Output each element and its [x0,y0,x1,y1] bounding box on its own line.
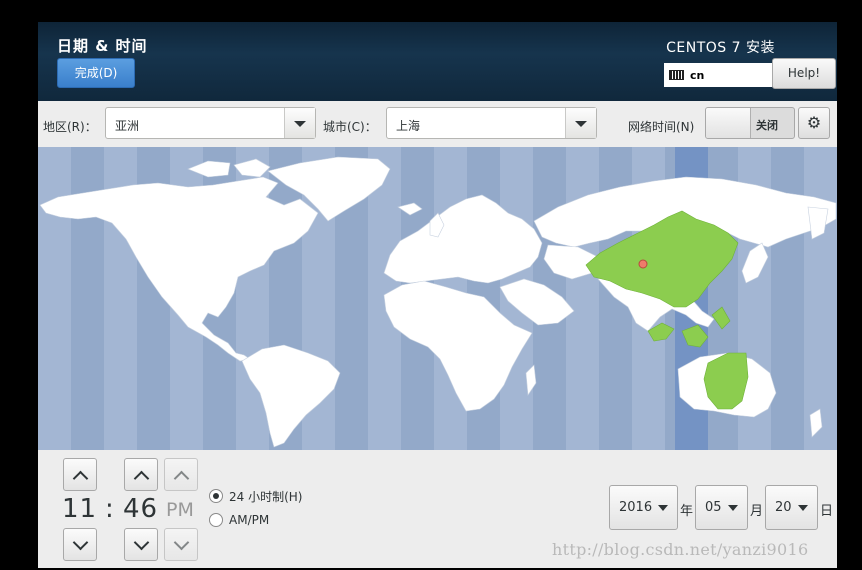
ampm-display: PM [166,499,194,521]
minutes-display: 46 [123,494,159,524]
ampm-down-button[interactable] [164,528,198,561]
timezone-toolbar: 地区(R)： 亚洲 城市(C)： 上海 网络时间(N) 关闭 ⚙ [38,101,837,147]
map-pin-icon[interactable] [638,259,648,269]
minute-down-button[interactable] [124,528,158,561]
chevron-down-icon [658,505,668,511]
chevron-down-icon [133,534,150,551]
ampm-up-button[interactable] [164,458,198,491]
region-combo[interactable]: 亚洲 [105,107,316,139]
header-bar: 日期 & 时间 完成(D) CENTOS 7 安装 cn Help! [38,22,837,101]
format-24h-label[interactable]: 24 小时制(H) [229,488,302,505]
region-value: 亚洲 [115,119,140,133]
watermark: http://blog.csdn.net/yanzi9016 [552,540,809,559]
installer-window: 日期 & 时间 完成(D) CENTOS 7 安装 cn Help! 地区(R)… [38,22,837,568]
chevron-down-icon [72,534,89,551]
chevron-down-icon [728,505,738,511]
chevron-down-icon [173,534,190,551]
switch-knob[interactable] [706,108,751,138]
day-unit: 日 [820,504,834,519]
minute-up-button[interactable] [124,458,158,491]
format-24h-radio[interactable] [209,489,223,503]
gear-icon[interactable]: ⚙ [798,107,830,139]
day-value: 20 [775,500,792,515]
year-value: 2016 [619,500,653,515]
keyboard-layout-indicator[interactable]: cn [664,63,772,87]
chevron-down-icon[interactable] [284,108,315,138]
keyboard-icon [669,70,684,80]
network-time-switch[interactable]: 关闭 [705,107,795,139]
network-time-label: 网络时间(N) [628,120,695,134]
page-title: 日期 & 时间 [57,37,148,55]
chevron-down-icon[interactable] [565,108,596,138]
keyboard-layout-label: cn [690,68,705,82]
region-label: 地区(R)： [43,120,97,134]
hour-down-button[interactable] [63,528,97,561]
chevron-down-icon [798,505,808,511]
chevron-up-icon [133,470,150,487]
city-combo[interactable]: 上海 [386,107,597,139]
hours-display: 11 [62,494,98,524]
format-ampm-label[interactable]: AM/PM [229,513,269,527]
timezone-map[interactable] [38,147,837,450]
chevron-up-icon [72,470,89,487]
city-label: 城市(C)： [323,120,377,134]
switch-state: 关闭 [756,119,778,132]
city-value: 上海 [396,119,421,133]
done-button[interactable]: 完成(D) [57,58,135,88]
year-dropdown[interactable]: 2016 [609,485,678,530]
day-dropdown[interactable]: 20 [765,485,818,530]
installer-title: CENTOS 7 安装 [666,40,775,56]
time-separator: : [105,494,115,524]
year-unit: 年 [680,504,694,519]
hour-up-button[interactable] [63,458,97,491]
month-unit: 月 [750,504,764,519]
chevron-up-icon [173,470,190,487]
month-value: 05 [705,500,722,515]
format-ampm-radio[interactable] [209,513,223,527]
month-dropdown[interactable]: 05 [695,485,748,530]
help-button[interactable]: Help! [772,58,836,89]
